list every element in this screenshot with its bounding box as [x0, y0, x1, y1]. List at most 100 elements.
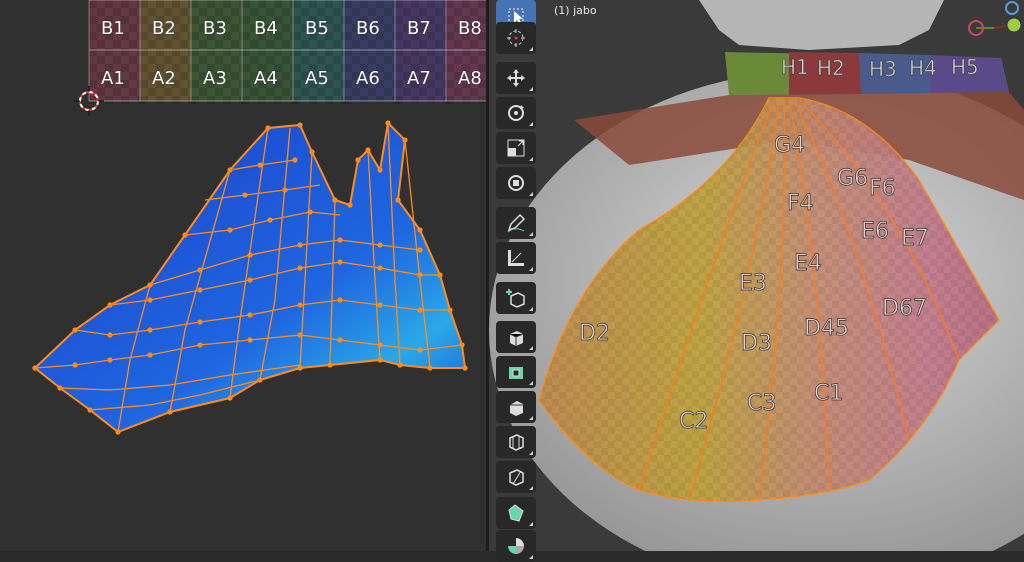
add-cube-tool[interactable] [496, 282, 536, 314]
loop-cut-icon [509, 434, 524, 451]
uv-island[interactable] [32, 120, 468, 435]
uv-vertex[interactable] [107, 332, 113, 338]
uv-vertex[interactable] [227, 395, 233, 401]
bevel-tool[interactable] [496, 391, 536, 423]
uv-vertex[interactable] [247, 277, 253, 283]
uv-vertex[interactable] [32, 365, 38, 371]
uv-vertex[interactable] [327, 362, 333, 368]
uv-vertex[interactable] [297, 122, 303, 128]
uv-vertex[interactable] [377, 302, 383, 308]
uv-vertex[interactable] [182, 232, 188, 238]
uv-vertex[interactable] [377, 357, 383, 363]
uv-vertex[interactable] [72, 362, 78, 368]
inset-tool[interactable] [496, 356, 536, 388]
uv-vertex[interactable] [292, 157, 298, 163]
uv-vertex[interactable] [197, 342, 203, 348]
annotate-tool[interactable] [496, 207, 536, 239]
uv-vertex[interactable] [377, 265, 383, 271]
scale-icon [507, 139, 525, 157]
uv-vertex[interactable] [107, 357, 113, 363]
uv-vertex[interactable] [377, 342, 383, 348]
measure-tool[interactable] [496, 242, 536, 274]
uv-vertex[interactable] [167, 409, 173, 415]
uv-vertex[interactable] [197, 319, 203, 325]
uv-vertex[interactable] [297, 265, 303, 271]
extrude-icon [509, 331, 524, 346]
uv-vertex[interactable] [417, 272, 423, 278]
uv-vertex[interactable] [197, 287, 203, 293]
uv-vertex[interactable] [265, 125, 271, 131]
uv-vertex[interactable] [297, 302, 303, 308]
uv-vertex[interactable] [257, 377, 263, 383]
3d-viewport[interactable]: H2 H3 H5 H1 H4 G4 G6 F4 F6 E3 E4 E7 E6 D… [489, 0, 1024, 551]
uv-vertex[interactable] [347, 202, 353, 208]
uv-vertex[interactable] [247, 337, 253, 343]
uv-vertex[interactable] [365, 147, 371, 153]
uv-vertex[interactable] [147, 297, 153, 303]
uv-vertex[interactable] [309, 149, 315, 155]
uv-vertex[interactable] [227, 167, 233, 173]
uv-canvas[interactable]: B1 B2 B3 B4 B5 B6 B7 B8 A1 A2 A3 A4 A5 A6 A7 A8 [0, 0, 486, 551]
uv-vertex[interactable] [337, 237, 343, 243]
uv-vertex[interactable] [227, 227, 233, 233]
uv-vertex[interactable] [107, 302, 113, 308]
uv-vertex[interactable] [267, 217, 273, 223]
uv-vertex[interactable] [337, 297, 343, 303]
y-axis-icon[interactable] [1006, 17, 1022, 33]
uv-vertex[interactable] [377, 167, 383, 173]
z-axis-icon[interactable] [1005, 1, 1019, 15]
uv-vertex[interactable] [57, 385, 63, 391]
poly-build-tool[interactable] [496, 497, 536, 529]
uv-editor-panel[interactable]: B1 B2 B3 B4 B5 B6 B7 B8 A1 A2 A3 A4 A5 A6 A7 A8 [0, 0, 486, 551]
cursor-tool[interactable] [496, 22, 536, 54]
bevel-icon [510, 401, 523, 416]
uv-vertex[interactable] [147, 282, 153, 288]
navigation-gizmo[interactable] [964, 0, 1024, 60]
uv-vertex[interactable] [337, 259, 343, 265]
uv-vertex[interactable] [332, 197, 338, 203]
uv-vertex[interactable] [417, 307, 423, 313]
uv-vertex[interactable] [115, 429, 121, 435]
uv-vertex[interactable] [72, 327, 78, 333]
uv-vertex[interactable] [247, 312, 253, 318]
loop-cut-tool[interactable] [496, 426, 536, 458]
uv-vertex[interactable] [397, 362, 403, 368]
uv-vertex[interactable] [87, 407, 93, 413]
uv-vertex[interactable] [377, 242, 383, 248]
texture-cell-label: B2 [152, 18, 176, 39]
uv-vertex[interactable] [427, 365, 433, 371]
move-tool[interactable] [496, 62, 536, 94]
uv-vertex[interactable] [417, 347, 423, 353]
texture-cell-label: B6 [356, 18, 380, 39]
uv-vertex[interactable] [417, 247, 423, 253]
uv-vertex[interactable] [147, 352, 153, 358]
uv-vertex[interactable] [242, 192, 248, 198]
uv-vertex[interactable] [297, 365, 303, 371]
texture-cell-label: B5 [305, 18, 329, 39]
uv-vertex[interactable] [337, 337, 343, 343]
rotate-tool[interactable] [496, 97, 536, 129]
uv-vertex[interactable] [355, 157, 361, 163]
uv-vertex[interactable] [462, 365, 468, 371]
uv-vertex[interactable] [257, 162, 263, 168]
uv-vertex[interactable] [147, 327, 153, 333]
knife-tool[interactable] [496, 461, 536, 493]
uv-vertex[interactable] [197, 267, 203, 273]
uv-vertex[interactable] [417, 227, 423, 233]
uv-vertex[interactable] [307, 209, 313, 215]
transform-tool[interactable] [496, 167, 536, 199]
uv-vertex[interactable] [459, 342, 465, 348]
uv-vertex[interactable] [402, 137, 408, 143]
uv-vertex[interactable] [282, 187, 288, 193]
uv-vertex[interactable] [297, 332, 303, 338]
collar-label: H1 [781, 55, 809, 79]
spin-tool[interactable] [496, 530, 536, 562]
uv-vertex[interactable] [247, 252, 253, 258]
uv-vertex[interactable] [297, 242, 303, 248]
scale-tool[interactable] [496, 132, 536, 164]
extrude-tool[interactable] [496, 321, 536, 353]
uv-vertex[interactable] [385, 120, 391, 126]
uv-vertex[interactable] [395, 197, 401, 203]
uv-vertex[interactable] [447, 307, 453, 313]
uv-vertex[interactable] [437, 272, 443, 278]
